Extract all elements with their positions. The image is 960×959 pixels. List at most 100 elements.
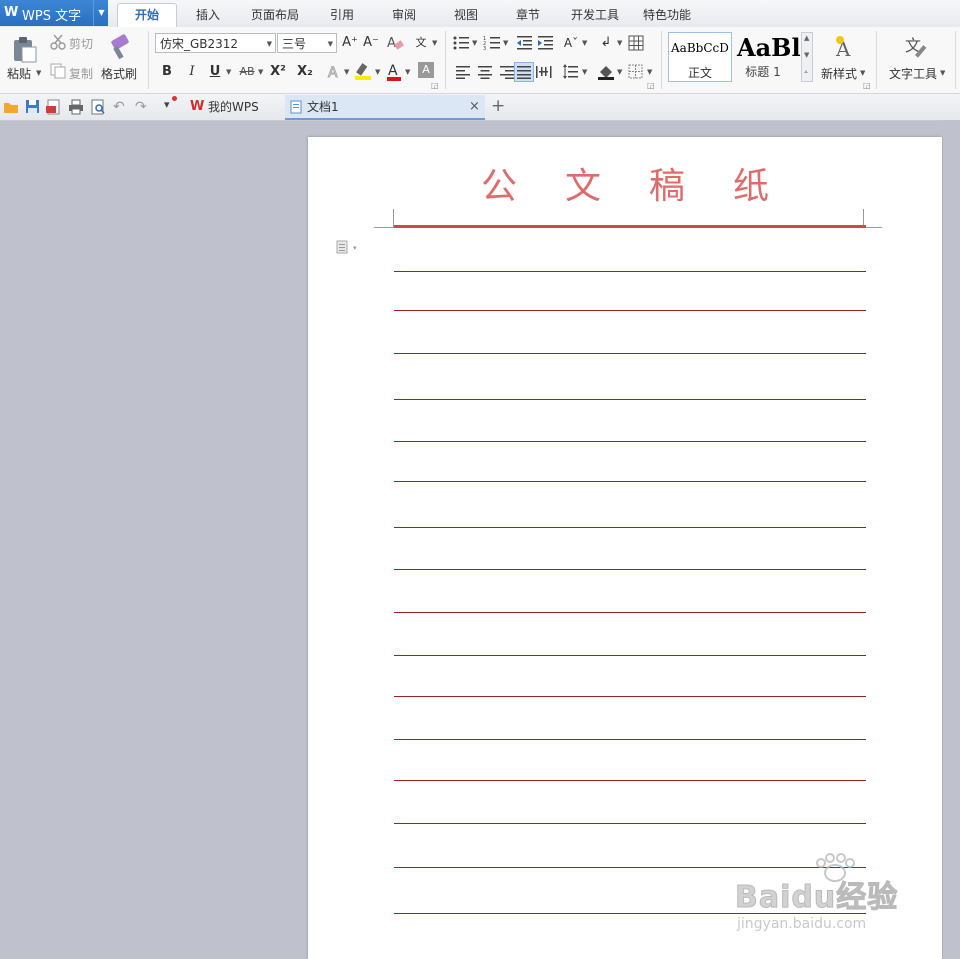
tab-developer[interactable]: 开发工具 (566, 4, 624, 26)
document-page[interactable]: 公文稿纸 ▾ (308, 137, 942, 959)
shading-icon[interactable] (597, 63, 615, 81)
format-painter-label[interactable]: 格式刷 (101, 65, 137, 82)
tab-insert[interactable]: 插入 (186, 4, 230, 26)
increase-indent-icon[interactable] (538, 35, 554, 51)
paste-label[interactable]: 粘贴 (7, 65, 31, 82)
close-tab-icon[interactable]: × (469, 95, 480, 119)
tab-references[interactable]: 引用 (322, 4, 362, 26)
show-marks-dropdown-icon[interactable]: ▼ (617, 39, 622, 47)
open-folder-icon[interactable] (3, 100, 19, 114)
font-name-select[interactable]: 仿宋_GB2312 ▼ (155, 33, 276, 53)
underline-button[interactable]: U (205, 62, 225, 82)
align-left-icon[interactable] (456, 65, 472, 79)
tab-review[interactable]: 审阅 (384, 4, 424, 26)
paste-dropdown-icon[interactable]: ▼ (36, 69, 41, 77)
decrease-indent-icon[interactable] (517, 35, 533, 51)
paragraph-options-icon[interactable]: ▾ (336, 240, 362, 254)
customize-quick-access-icon[interactable]: ▾ (164, 98, 170, 111)
paste-icon[interactable] (10, 35, 38, 63)
borders-dropdown-icon[interactable]: ▼ (647, 68, 652, 76)
bullet-list-dropdown-icon[interactable]: ▼ (472, 39, 477, 47)
distributed-align-icon[interactable] (536, 65, 552, 79)
text-tools-label[interactable]: 文字工具 (889, 65, 937, 82)
app-menu-button[interactable]: W WPS 文字 ▼ (0, 0, 108, 26)
app-name: WPS 文字 (22, 9, 82, 24)
highlighter-icon[interactable] (354, 63, 374, 81)
font-color-dropdown-icon[interactable]: ▼ (405, 68, 410, 76)
superscript-button[interactable]: X² (268, 62, 288, 82)
format-painter-icon[interactable] (106, 33, 134, 61)
line-spacing-icon[interactable] (563, 64, 579, 80)
text-tools-icon[interactable]: 文 (903, 33, 931, 61)
text-effect-dropdown-icon[interactable]: ▼ (344, 68, 349, 76)
new-tab-button[interactable]: + (491, 96, 505, 116)
undo-icon[interactable]: ↶ (113, 99, 125, 115)
writing-line (394, 310, 866, 311)
phonetic-guide-button[interactable]: 文 (411, 33, 431, 53)
wps-logo-icon: W (190, 99, 205, 114)
print-preview-icon[interactable] (90, 99, 106, 115)
font-color-icon[interactable]: A (386, 62, 402, 82)
tab-view[interactable]: 视图 (446, 4, 486, 26)
cut-label[interactable]: 剪切 (69, 35, 93, 52)
copy-icon[interactable] (50, 63, 66, 79)
text-direction-dropdown-icon[interactable]: ▼ (582, 39, 587, 47)
paragraph-dialog-launcher-icon[interactable]: ◲ (647, 81, 655, 90)
align-justify-button[interactable] (514, 62, 534, 82)
tab-document[interactable]: 文档1 × (285, 95, 485, 120)
app-menu-dropdown-icon[interactable]: ▼ (93, 0, 109, 26)
writing-line (394, 739, 866, 740)
gallery-expand-icon[interactable]: ⩡ (804, 68, 808, 77)
font-size-select[interactable]: 三号 ▼ (277, 33, 337, 53)
font-dialog-launcher-icon[interactable]: ◲ (431, 81, 439, 90)
line-spacing-dropdown-icon[interactable]: ▼ (582, 68, 587, 76)
writing-line (394, 867, 866, 868)
highlighter-dropdown-icon[interactable]: ▼ (375, 68, 380, 76)
scroll-down-icon[interactable]: ▼ (804, 51, 809, 59)
new-style-dropdown-icon[interactable]: ▼ (860, 69, 865, 77)
tab-home[interactable]: 开始 (117, 3, 177, 28)
print-icon[interactable] (68, 99, 84, 115)
tab-my-wps[interactable]: W 我的WPS (186, 95, 282, 120)
tab-page-layout[interactable]: 页面布局 (246, 4, 304, 26)
scroll-up-icon[interactable]: ▲ (804, 34, 809, 42)
export-pdf-icon[interactable] (46, 99, 62, 115)
shrink-font-button[interactable]: A⁻ (361, 33, 381, 53)
char-shading-button[interactable]: A (418, 62, 434, 78)
text-effect-icon[interactable]: A (326, 64, 342, 81)
style-heading1-item[interactable]: AaBl 标题 1 (733, 32, 801, 82)
style-normal-item[interactable]: AaBbCcD 正文 (668, 32, 732, 82)
scissors-icon[interactable] (50, 34, 66, 50)
align-right-icon[interactable] (498, 65, 514, 79)
clear-format-icon[interactable]: A (386, 34, 404, 52)
align-center-icon[interactable] (477, 65, 493, 79)
redo-icon[interactable]: ↷ (135, 99, 147, 115)
text-direction-button[interactable]: Aˇ (561, 33, 581, 53)
show-marks-button[interactable]: ↲ (596, 33, 616, 53)
numbered-list-dropdown-icon[interactable]: ▼ (503, 39, 508, 47)
save-icon[interactable] (25, 99, 40, 114)
text-tools-dropdown-icon[interactable]: ▼ (940, 69, 945, 77)
vertical-scrollbar[interactable] (943, 120, 960, 959)
tab-chapter[interactable]: 章节 (508, 4, 548, 26)
bold-button[interactable]: B (157, 62, 177, 82)
strikethrough-dropdown-icon[interactable]: ▼ (258, 68, 263, 76)
phonetic-dropdown-icon[interactable]: ▼ (432, 39, 437, 47)
new-style-icon[interactable]: A (832, 34, 858, 60)
new-style-label[interactable]: 新样式 (821, 65, 857, 82)
numbered-list-icon[interactable]: 123 (483, 35, 501, 51)
strikethrough-button[interactable]: AB (237, 62, 257, 82)
copy-label[interactable]: 复制 (69, 65, 93, 82)
tab-special-features[interactable]: 特色功能 (638, 4, 696, 26)
writing-line (394, 655, 866, 656)
shading-dropdown-icon[interactable]: ▼ (617, 68, 622, 76)
subscript-button[interactable]: X₂ (295, 62, 315, 82)
style-gallery-scroll[interactable]: ▲ ▼ ⩡ (801, 32, 813, 82)
italic-button[interactable]: I (182, 62, 202, 82)
bullet-list-icon[interactable] (452, 35, 470, 51)
table-icon[interactable] (628, 35, 644, 51)
styles-dialog-launcher-icon[interactable]: ◲ (863, 81, 871, 90)
underline-dropdown-icon[interactable]: ▼ (226, 68, 231, 76)
borders-icon[interactable] (628, 64, 644, 80)
grow-font-button[interactable]: A⁺ (340, 33, 360, 53)
